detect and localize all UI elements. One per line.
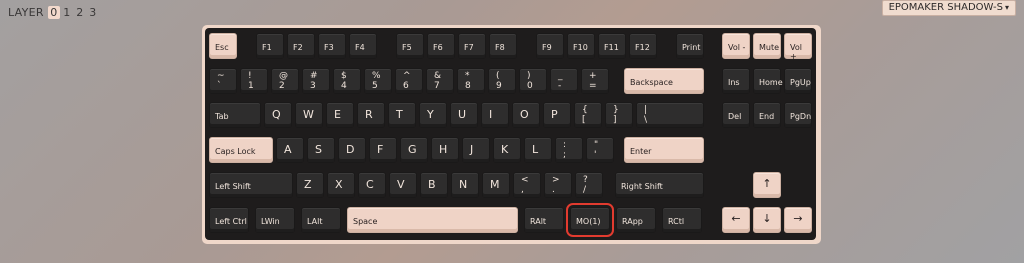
key-f9[interactable]: F9 [536, 33, 564, 59]
key-f4[interactable]: F4 [349, 33, 377, 59]
key-rctl[interactable]: RCtl [662, 207, 702, 233]
key-d[interactable]: D [338, 137, 366, 163]
key-backspace[interactable]: Backspace [624, 68, 704, 94]
key-u[interactable]: U [450, 102, 478, 128]
key-f7[interactable]: F7 [458, 33, 486, 59]
layer-option-0[interactable]: 0 [47, 6, 60, 19]
key-f12[interactable]: F12 [629, 33, 657, 59]
key-mute[interactable]: Mute [753, 33, 781, 59]
key-f8[interactable]: F8 [489, 33, 517, 59]
key-f6[interactable]: F6 [427, 33, 455, 59]
key-right-arrow[interactable]: → [784, 207, 812, 233]
key-rapp[interactable]: RApp [616, 207, 656, 233]
key-left-arrow[interactable]: ← [722, 207, 750, 233]
key-print[interactable]: Print [676, 33, 704, 59]
key-ralt[interactable]: RAlt [524, 207, 564, 233]
key-caps-lock[interactable]: Caps Lock [209, 137, 273, 163]
key-rbracket[interactable]: } ] [605, 102, 633, 128]
key-8[interactable]: * 8 [457, 68, 485, 94]
layer-label: LAYER [8, 6, 44, 19]
key-down-arrow[interactable]: ↓ [753, 207, 781, 233]
key-up-arrow[interactable]: ↑ [753, 172, 781, 198]
key-9[interactable]: ( 9 [488, 68, 516, 94]
device-name: EPOMAKER SHADOW-S [888, 2, 1003, 13]
device-select[interactable]: EPOMAKER SHADOW-S ▾ [881, 0, 1016, 16]
key-o[interactable]: O [512, 102, 540, 128]
key-right-shift[interactable]: Right Shift [615, 172, 704, 198]
key-q[interactable]: Q [264, 102, 292, 128]
key-lbracket[interactable]: { [ [574, 102, 602, 128]
key-i[interactable]: I [481, 102, 509, 128]
key-esc[interactable]: Esc [209, 33, 237, 59]
key-left-ctrl[interactable]: Left Ctrl [209, 207, 249, 233]
key-equal[interactable]: + = [581, 68, 609, 94]
key-k[interactable]: K [493, 137, 521, 163]
key-semicolon[interactable]: : ; [555, 137, 583, 163]
key-e[interactable]: E [326, 102, 354, 128]
key-y[interactable]: Y [419, 102, 447, 128]
key-h[interactable]: H [431, 137, 459, 163]
key-pgdn[interactable]: PgDn [784, 102, 812, 128]
key-lalt[interactable]: LAlt [301, 207, 341, 233]
key-pgup[interactable]: PgUp [784, 68, 812, 94]
key-a[interactable]: A [276, 137, 304, 163]
key-j[interactable]: J [462, 137, 490, 163]
key-vol-up[interactable]: Vol + [784, 33, 812, 61]
key-n[interactable]: N [451, 172, 479, 198]
key-7[interactable]: & 7 [426, 68, 454, 94]
key-slash[interactable]: ? / [575, 172, 603, 198]
key-f3[interactable]: F3 [318, 33, 346, 59]
key-del[interactable]: Del [722, 102, 750, 128]
layer-option-3[interactable]: 3 [87, 6, 99, 19]
key-backslash[interactable]: | \ [636, 102, 704, 128]
key-lwin[interactable]: LWin [255, 207, 295, 233]
key-r[interactable]: R [357, 102, 385, 128]
layer-option-2[interactable]: 2 [74, 6, 86, 19]
key-grave[interactable]: ~ ` [209, 68, 237, 94]
key-f5[interactable]: F5 [396, 33, 424, 59]
key-space[interactable]: Space [347, 207, 518, 233]
key-p[interactable]: P [543, 102, 571, 128]
key-left-shift[interactable]: Left Shift [209, 172, 293, 198]
key-tab[interactable]: Tab [209, 102, 261, 128]
key-f1[interactable]: F1 [256, 33, 284, 59]
key-b[interactable]: B [420, 172, 448, 198]
key-end[interactable]: End [753, 102, 781, 128]
layer-selector: LAYER 0 1 2 3 [8, 6, 100, 19]
key-enter[interactable]: Enter [624, 137, 704, 163]
key-period[interactable]: > . [544, 172, 572, 198]
key-comma[interactable]: < , [513, 172, 541, 198]
key-l[interactable]: L [524, 137, 552, 163]
key-v[interactable]: V [389, 172, 417, 198]
key-5[interactable]: % 5 [364, 68, 392, 94]
key-f[interactable]: F [369, 137, 397, 163]
key-f11[interactable]: F11 [598, 33, 626, 59]
key-minus[interactable]: _ - [550, 68, 578, 94]
key-2[interactable]: @ 2 [271, 68, 299, 94]
key-f10[interactable]: F10 [567, 33, 595, 59]
key-w[interactable]: W [295, 102, 323, 128]
key-x[interactable]: X [327, 172, 355, 198]
key-quote[interactable]: " ' [586, 137, 614, 163]
key-f2[interactable]: F2 [287, 33, 315, 59]
key-ins[interactable]: Ins [722, 68, 750, 94]
key-vol-down[interactable]: Vol - [722, 33, 750, 59]
key-t[interactable]: T [388, 102, 416, 128]
key-3[interactable]: # 3 [302, 68, 330, 94]
key-c[interactable]: C [358, 172, 386, 198]
key-1[interactable]: ! 1 [240, 68, 268, 94]
layer-option-1[interactable]: 1 [61, 6, 73, 19]
key-4[interactable]: $ 4 [333, 68, 361, 94]
key-6[interactable]: ^ 6 [395, 68, 423, 94]
key-home[interactable]: Home [753, 68, 783, 94]
key-z[interactable]: Z [296, 172, 324, 198]
key-m[interactable]: M [482, 172, 510, 198]
key-0[interactable]: ) 0 [519, 68, 547, 94]
key-g[interactable]: G [400, 137, 428, 163]
key-s[interactable]: S [307, 137, 335, 163]
key-mo1[interactable]: MO(1) [566, 203, 614, 237]
chevron-down-icon: ▾ [1004, 3, 1009, 12]
